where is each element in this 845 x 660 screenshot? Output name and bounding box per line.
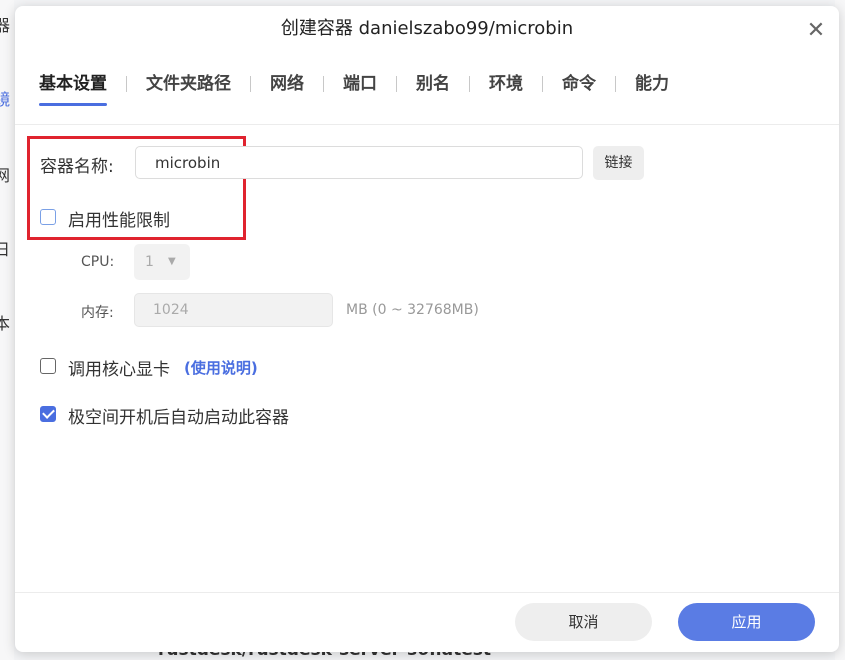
cpu-label: CPU:	[81, 254, 115, 270]
tab-divider	[15, 124, 839, 125]
tab-folder-path[interactable]: 文件夹路径	[146, 72, 231, 108]
tab-basic-settings[interactable]: 基本设置	[39, 72, 107, 108]
bg-fragment: 日	[0, 240, 11, 259]
cancel-button[interactable]: 取消	[515, 603, 652, 641]
gpu-label: 调用核心显卡	[68, 360, 170, 380]
memory-unit: MB (0 ~ 32768MB)	[346, 302, 479, 318]
create-container-dialog: 创建容器 danielszabo99/microbin ✕ 基本设置 文件夹路径…	[15, 6, 839, 652]
tab-separator	[469, 76, 470, 92]
memory-input[interactable]: 1024	[134, 293, 333, 327]
background-sidebar: 器 镜 网 日 本	[0, 0, 14, 660]
tab-separator	[542, 76, 543, 92]
tab-separator	[615, 76, 616, 92]
tab-separator	[323, 76, 324, 92]
apply-button[interactable]: 应用	[678, 603, 815, 641]
bg-fragment: 本	[0, 314, 11, 333]
tab-separator	[126, 76, 127, 92]
tab-network[interactable]: 网络	[270, 72, 304, 108]
bg-fragment: 网	[0, 166, 11, 185]
chevron-down-icon: ▼	[168, 256, 176, 267]
autostart-label: 极空间开机后自动启动此容器	[68, 408, 289, 428]
bg-fragment: 镜	[0, 90, 11, 109]
tab-separator	[396, 76, 397, 92]
close-icon[interactable]: ✕	[805, 20, 827, 42]
container-name-label: 容器名称:	[40, 157, 114, 177]
perf-limit-label: 启用性能限制	[68, 211, 170, 231]
tab-separator	[250, 76, 251, 92]
cpu-value: 1	[145, 254, 154, 270]
footer-divider	[15, 592, 839, 593]
autostart-checkbox[interactable]	[40, 406, 56, 422]
tab-port[interactable]: 端口	[343, 72, 377, 108]
tab-command[interactable]: 命令	[562, 72, 596, 108]
bg-fragment: 器	[0, 16, 11, 35]
tab-bar: 基本设置 文件夹路径 网络 端口 别名 环境 命令 能力	[39, 72, 669, 112]
tab-environment[interactable]: 环境	[489, 72, 523, 108]
tab-alias[interactable]: 别名	[416, 72, 450, 108]
perf-limit-checkbox[interactable]	[40, 209, 56, 225]
memory-label: 内存:	[81, 305, 114, 321]
gpu-checkbox[interactable]	[40, 358, 56, 374]
container-name-input[interactable]	[135, 146, 583, 179]
tab-capability[interactable]: 能力	[635, 72, 669, 108]
link-button[interactable]: 链接	[593, 146, 644, 180]
cpu-select[interactable]: 1 ▼	[134, 244, 190, 280]
gpu-help-link[interactable]: (使用说明)	[184, 357, 258, 378]
dialog-title: 创建容器 danielszabo99/microbin	[280, 18, 574, 39]
